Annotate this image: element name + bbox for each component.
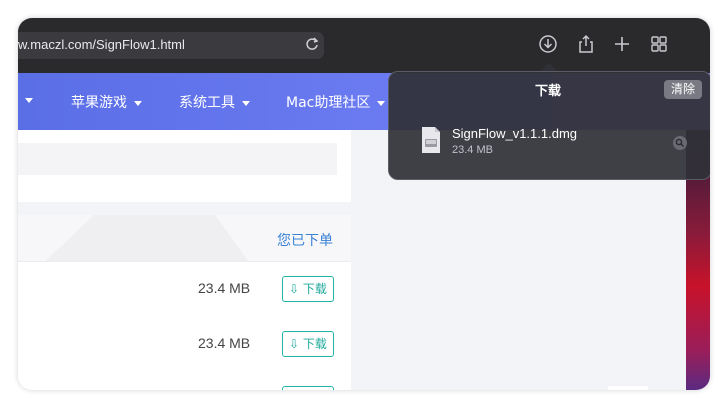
nav-item-tools[interactable]: 系统工具 <box>179 92 250 112</box>
share-icon[interactable] <box>576 34 596 54</box>
file-size-1: 23.4 MB <box>198 280 251 296</box>
clear-button[interactable]: 清除 <box>664 80 702 99</box>
downloads-icon[interactable] <box>538 34 558 54</box>
info-card-inner <box>18 143 337 175</box>
downloads-title: 下载 <box>535 84 562 99</box>
header-decoration <box>45 215 248 261</box>
floating-widget <box>608 386 648 390</box>
file-size-2: 23.4 MB <box>198 335 251 351</box>
tab-overview-icon[interactable] <box>649 34 669 54</box>
download-file-name[interactable]: SignFlow_v1.1.1.dmg <box>452 126 577 141</box>
reload-icon[interactable] <box>304 36 320 52</box>
ordered-label[interactable]: 您已下单 <box>277 230 333 250</box>
download-button-1[interactable]: ⇩ 下载 <box>282 276 334 302</box>
browser-toolbar: w.maczl.com/SignFlow1.html <box>18 18 710 73</box>
dmg-file-icon[interactable] <box>420 126 442 154</box>
nav-item-community[interactable]: Mac助理社区 <box>286 92 386 112</box>
browser-window: w.maczl.com/SignFlow1.html 苹果游戏 系统工具 Mac… <box>18 18 710 390</box>
download-file-size: 23.4 MB <box>452 144 493 156</box>
nav-item-games[interactable]: 苹果游戏 <box>71 92 142 112</box>
url-text[interactable]: w.maczl.com/SignFlow1.html <box>18 37 185 52</box>
show-in-finder-icon[interactable] <box>673 136 687 150</box>
download-button-2[interactable]: ⇩ 下载 <box>282 331 334 357</box>
nav-caret-cutoff[interactable] <box>18 92 33 108</box>
new-tab-icon[interactable] <box>612 34 632 54</box>
download-button-3[interactable] <box>282 386 334 390</box>
